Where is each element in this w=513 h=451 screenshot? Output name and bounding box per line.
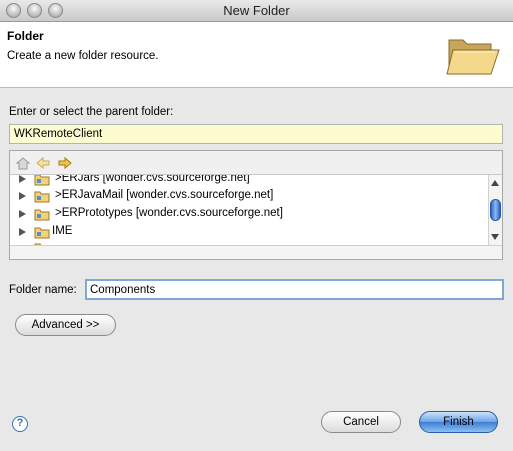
expand-arrow-icon[interactable] — [19, 192, 26, 200]
new-folder-dialog: New Folder Folder Create a new folder re… — [0, 0, 513, 451]
folder-name-label: Folder name: — [9, 284, 77, 296]
expand-arrow-icon[interactable] — [19, 210, 26, 218]
tree-horizontal-scrollbar[interactable] — [10, 245, 502, 259]
project-folder-icon — [34, 209, 50, 221]
help-icon[interactable]: ? — [12, 416, 28, 432]
parent-folder-input[interactable] — [9, 124, 503, 144]
back-icon[interactable] — [35, 155, 51, 171]
tree-item-label: >ERPrototypes [wonder.cvs.sourceforge.ne… — [55, 207, 283, 219]
tree-item[interactable]: >ERJavaMail [wonder.cvs.sourceforge.net] — [10, 187, 488, 205]
tree-item[interactable]: >ERPrototypes [wonder.cvs.sourceforge.ne… — [10, 205, 488, 223]
open-folder-icon — [446, 39, 500, 75]
tree-item-label: IME — [52, 225, 73, 237]
finish-button[interactable]: Finish — [419, 411, 498, 433]
expand-arrow-icon[interactable] — [19, 175, 26, 183]
folder-tree: >ERJars [wonder.cvs.sourceforge.net] >ER… — [10, 175, 488, 247]
parent-folder-label: Enter or select the parent folder: — [9, 106, 174, 118]
project-folder-icon — [34, 175, 50, 186]
title-bar[interactable]: New Folder — [0, 0, 513, 22]
cancel-button[interactable]: Cancel — [321, 411, 401, 433]
tree-toolbar — [10, 151, 502, 175]
wizard-title: Folder — [7, 29, 44, 43]
folder-tree-panel: >ERJars [wonder.cvs.sourceforge.net] >ER… — [9, 150, 503, 260]
scroll-up-icon[interactable] — [491, 180, 499, 186]
scroll-thumb[interactable] — [490, 199, 501, 221]
wizard-description: Create a new folder resource. — [7, 50, 159, 62]
expand-arrow-icon[interactable] — [19, 228, 26, 236]
forward-icon[interactable] — [57, 155, 73, 171]
advanced-button[interactable]: Advanced >> — [15, 314, 116, 336]
tree-vertical-scrollbar[interactable] — [488, 175, 502, 245]
window-title: New Folder — [223, 3, 290, 18]
tree-item-label: >ERJars [wonder.cvs.sourceforge.net] — [55, 175, 250, 184]
folder-name-input[interactable] — [85, 279, 504, 300]
scroll-down-icon[interactable] — [491, 234, 499, 240]
home-icon[interactable] — [15, 155, 31, 171]
project-folder-icon — [34, 227, 50, 239]
wizard-header: Folder Create a new folder resource. — [0, 22, 513, 88]
tree-item-label: >ERJavaMail [wonder.cvs.sourceforge.net] — [55, 189, 274, 201]
project-folder-icon — [34, 191, 50, 203]
